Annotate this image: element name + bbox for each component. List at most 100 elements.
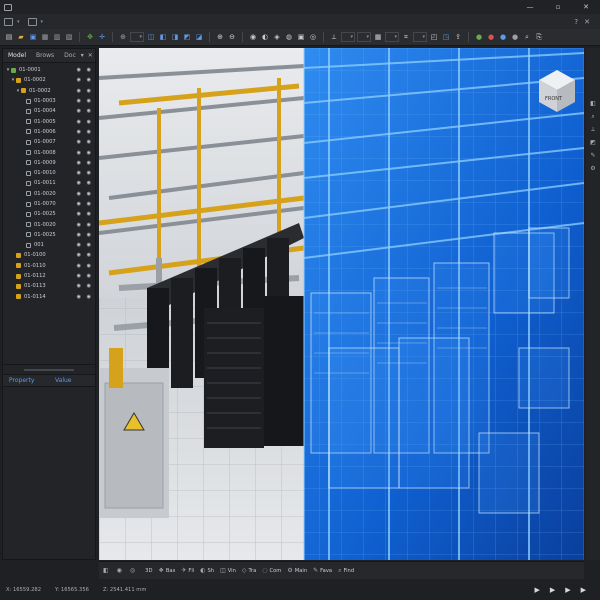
tab-browser[interactable]: Brows: [31, 49, 59, 63]
play-icon[interactable]: ▶: [550, 586, 555, 594]
wireframe-icon[interactable]: ◈: [272, 32, 282, 42]
bottom-tool-button[interactable]: ◉: [117, 567, 124, 574]
view-front-icon[interactable]: ◫: [146, 32, 156, 42]
bottom-tool-button[interactable]: ⚙ Main: [287, 567, 307, 574]
layers-icon[interactable]: ▧: [64, 32, 74, 42]
tree-row[interactable]: ▾ 01-0002 ◉ ◉: [3, 86, 95, 96]
xray-icon[interactable]: ◍: [284, 32, 294, 42]
minimize-button[interactable]: —: [516, 0, 544, 14]
tab-doc[interactable]: Doc: [59, 49, 81, 63]
visibility-eye-icon[interactable]: ◉: [87, 139, 91, 145]
tree-row[interactable]: 01-0020 ◉ ◉: [3, 219, 95, 229]
visibility-eye-icon[interactable]: ◉: [77, 222, 81, 228]
tree-row[interactable]: 01-0003 ◉ ◉: [3, 96, 95, 106]
tree-row[interactable]: 01-0008 ◉ ◉: [3, 147, 95, 157]
chevron-down-icon[interactable]: ▾: [17, 19, 20, 25]
bottom-tool-button[interactable]: ◎: [130, 567, 137, 574]
status-red-icon[interactable]: ●: [486, 32, 496, 42]
measure-tool-icon[interactable]: ⟂: [591, 126, 595, 133]
visibility-eye-icon[interactable]: ◉: [77, 232, 81, 238]
settings-icon[interactable]: ⚙: [590, 165, 595, 172]
print-icon[interactable]: ▦: [40, 32, 50, 42]
chevron-down-icon[interactable]: ▾: [41, 19, 44, 25]
view-top-icon[interactable]: ◧: [158, 32, 168, 42]
section-tool-icon[interactable]: ◩: [590, 139, 596, 146]
visibility-eye-icon[interactable]: ◉: [87, 77, 91, 83]
visibility-eye-icon[interactable]: ◉: [77, 252, 81, 258]
link-icon[interactable]: ⎘: [534, 32, 544, 42]
bottom-tool-button[interactable]: ✈ Fli: [181, 567, 194, 574]
tree-row[interactable]: 01-0010 ◉ ◉: [3, 168, 95, 178]
visibility-eye-icon[interactable]: ◉: [87, 222, 91, 228]
visibility-eye-icon[interactable]: ◉: [87, 263, 91, 269]
open-folder-icon[interactable]: ▰: [16, 32, 26, 42]
3d-viewport[interactable]: FRONT: [99, 48, 584, 560]
bottom-tool-button[interactable]: ✎ Fava: [313, 567, 332, 574]
visibility-eye-icon[interactable]: ◉: [77, 263, 81, 269]
visibility-eye-icon[interactable]: ◉: [87, 160, 91, 166]
panel-close-icon[interactable]: ✕: [584, 18, 590, 26]
workspace-icon[interactable]: [27, 17, 37, 26]
play-icon[interactable]: ▶: [565, 586, 570, 594]
visibility-eye-icon[interactable]: ◉: [77, 283, 81, 289]
clip-icon[interactable]: ◰: [429, 32, 439, 42]
tree-row[interactable]: 01-0025 ◉ ◉: [3, 230, 95, 240]
tree-row[interactable]: 01-0112 ◉ ◉: [3, 271, 95, 281]
lights-icon[interactable]: ◎: [308, 32, 318, 42]
visibility-eye-icon[interactable]: ◉: [77, 98, 81, 104]
visibility-eye-icon[interactable]: ◉: [77, 129, 81, 135]
visibility-eye-icon[interactable]: ◉: [77, 150, 81, 156]
visibility-eye-icon[interactable]: ◉: [87, 201, 91, 207]
tree-row[interactable]: 01-0020 ◉ ◉: [3, 189, 95, 199]
visibility-eye-icon[interactable]: ◉: [77, 273, 81, 279]
visibility-eye-icon[interactable]: ◉: [77, 77, 81, 83]
properties-icon[interactable]: ▥: [52, 32, 62, 42]
visibility-eye-icon[interactable]: ◉: [87, 242, 91, 248]
visibility-eye-icon[interactable]: ◉: [77, 139, 81, 145]
tree-row[interactable]: 01-0025 ◉ ◉: [3, 209, 95, 219]
status-blue-icon[interactable]: ●: [498, 32, 508, 42]
units-select[interactable]: ▾: [357, 32, 371, 42]
save-icon[interactable]: ▣: [28, 32, 38, 42]
close-icon[interactable]: ✕: [88, 52, 93, 59]
visibility-eye-icon[interactable]: ◉: [87, 191, 91, 197]
panel-options-icon[interactable]: ▾: [81, 52, 84, 59]
tree-row[interactable]: 01-0110 ◉ ◉: [3, 261, 95, 271]
tree-row[interactable]: 01-0011 ◉ ◉: [3, 178, 95, 188]
section-icon[interactable]: ◪: [194, 32, 204, 42]
visibility-eye-icon[interactable]: ◉: [87, 294, 91, 300]
play-icon[interactable]: ▶: [581, 586, 586, 594]
export-icon[interactable]: ⇪: [453, 32, 463, 42]
bottom-tool-button[interactable]: ◇ Tra: [242, 567, 256, 574]
visibility-eye-icon[interactable]: ◉: [87, 88, 91, 94]
visibility-eye-icon[interactable]: ◉: [87, 119, 91, 125]
visibility-eye-icon[interactable]: ◉: [87, 67, 91, 73]
visibility-eye-icon[interactable]: ◉: [77, 67, 81, 73]
inspect-icon[interactable]: ⌕: [591, 113, 594, 120]
tree-row[interactable]: 01-0006 ◉ ◉: [3, 127, 95, 137]
tab-model[interactable]: Model: [3, 49, 31, 63]
visibility-eye-icon[interactable]: ◉: [77, 201, 81, 207]
status-grey-icon[interactable]: ●: [510, 32, 520, 42]
tree-row[interactable]: 001 ◉ ◉: [3, 240, 95, 250]
zoom-out-icon[interactable]: ⊖: [227, 32, 237, 42]
measure-icon[interactable]: ⟂: [329, 32, 339, 42]
visibility-eye-icon[interactable]: ◉: [87, 108, 91, 114]
visibility-eye-icon[interactable]: ◉: [87, 252, 91, 258]
visibility-eye-icon[interactable]: ◉: [87, 211, 91, 217]
tree-row[interactable]: ▾ 01-0001 ◉ ◉: [3, 65, 95, 75]
render-icon[interactable]: ◉: [248, 32, 258, 42]
visibility-eye-icon[interactable]: ◉: [87, 180, 91, 186]
tree-row[interactable]: ▾ 01-0002 ◉ ◉: [3, 75, 95, 85]
visibility-eye-icon[interactable]: ◉: [87, 273, 91, 279]
shading-icon[interactable]: ◐: [260, 32, 270, 42]
visibility-eye-icon[interactable]: ◉: [87, 129, 91, 135]
play-icon[interactable]: ▶: [534, 586, 539, 594]
tree-row[interactable]: 01-0009 ◉ ◉: [3, 158, 95, 168]
snap-mode-select[interactable]: ▾: [413, 32, 427, 42]
visibility-eye-icon[interactable]: ◉: [77, 160, 81, 166]
view-side-icon[interactable]: ◨: [170, 32, 180, 42]
search-icon[interactable]: ⌕: [522, 32, 532, 42]
camera-icon[interactable]: ▣: [296, 32, 306, 42]
tree-row[interactable]: 01-0070 ◉ ◉: [3, 199, 95, 209]
